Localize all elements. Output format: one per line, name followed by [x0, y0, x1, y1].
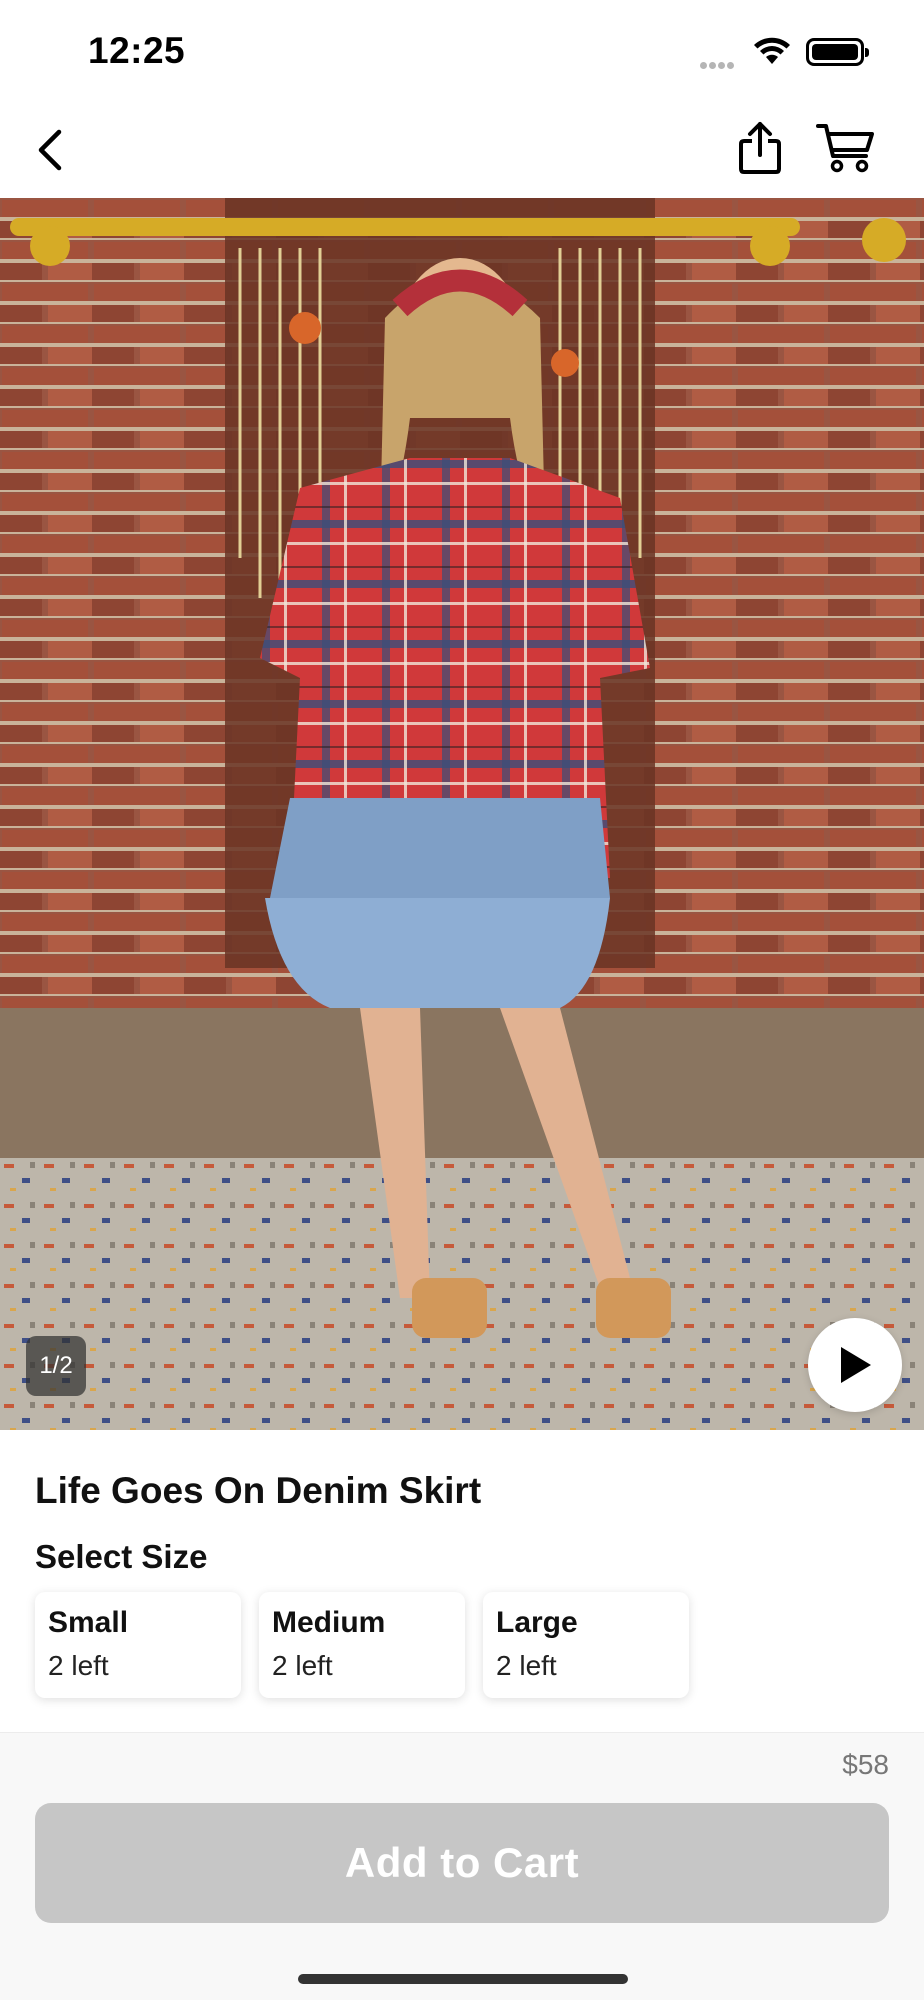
product-title: Life Goes On Denim Skirt	[35, 1470, 482, 1511]
product-price: $58	[842, 1749, 889, 1780]
battery-icon	[806, 38, 869, 66]
image-page-indicator: 1/2	[26, 1336, 86, 1396]
cellular-signal-icon	[700, 56, 742, 69]
shopping-cart-icon	[816, 124, 874, 173]
size-options: Small 2 left Medium 2 left Large 2 left	[35, 1592, 689, 1698]
size-stock: 2 left	[496, 1650, 557, 1681]
share-button[interactable]	[730, 116, 790, 180]
product-info-panel: Life Goes On Denim Skirt Select Size Sma…	[0, 1430, 924, 1732]
size-option-medium[interactable]: Medium 2 left	[259, 1592, 465, 1698]
size-name: Medium	[272, 1606, 386, 1639]
nav-bar	[0, 100, 924, 198]
select-size-label: Select Size	[35, 1538, 208, 1575]
wifi-icon	[752, 36, 792, 71]
chevron-left-icon	[38, 129, 62, 171]
size-name: Large	[496, 1606, 578, 1639]
size-stock: 2 left	[48, 1650, 109, 1681]
home-indicator[interactable]	[298, 1974, 628, 1984]
share-icon	[739, 122, 781, 174]
add-to-cart-button[interactable]: Add to Cart	[35, 1803, 889, 1923]
play-video-button[interactable]	[808, 1318, 902, 1412]
status-time: 12:25	[88, 30, 186, 71]
play-icon	[841, 1347, 871, 1383]
size-stock: 2 left	[272, 1650, 333, 1681]
status-bar: 12:25	[0, 0, 924, 100]
size-name: Small	[48, 1606, 129, 1639]
size-option-small[interactable]: Small 2 left	[35, 1592, 241, 1698]
purchase-bar: $58 Add to Cart	[0, 1732, 924, 2000]
product-photo[interactable]	[0, 198, 924, 1430]
size-option-large[interactable]: Large 2 left	[483, 1592, 689, 1698]
back-button[interactable]	[20, 120, 80, 180]
cart-button[interactable]	[810, 116, 882, 180]
